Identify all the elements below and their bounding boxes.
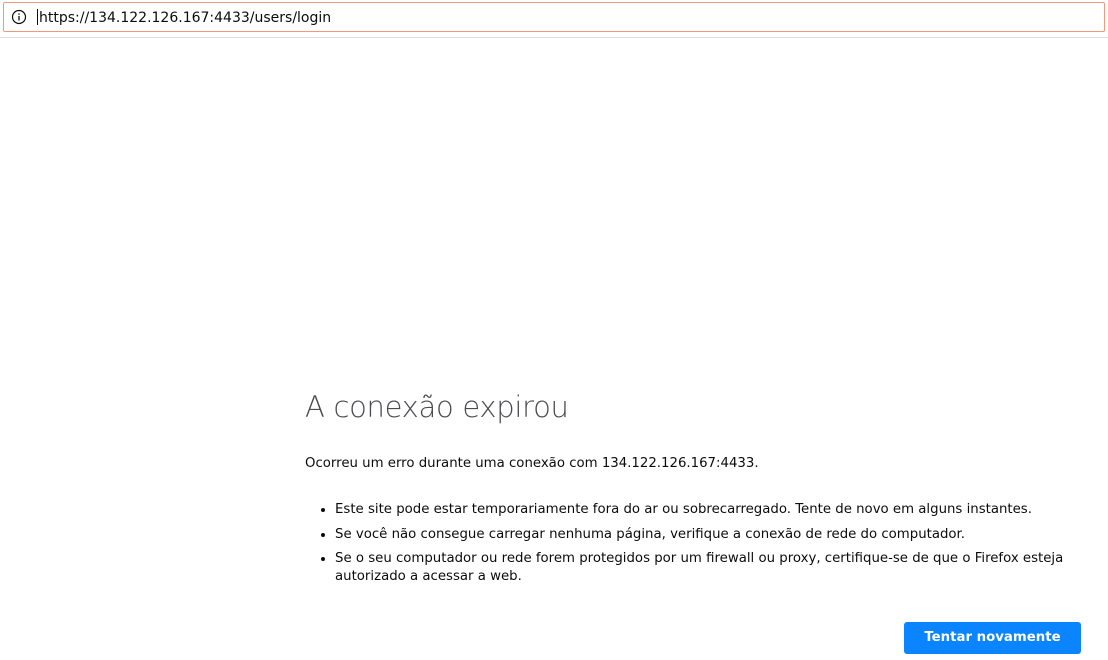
address-bar[interactable]: https://134.122.126.167:4433/users/login: [3, 2, 1105, 32]
suggestion-list: Este site pode estar temporariamente for…: [305, 501, 1085, 586]
suggestion-item: Este site pode estar temporariamente for…: [335, 501, 1085, 519]
retry-button[interactable]: Tentar novamente: [904, 622, 1081, 654]
text-cursor: [37, 9, 38, 25]
error-title: A conexão expirou: [305, 390, 569, 424]
info-icon[interactable]: [11, 9, 27, 25]
url-value: https://134.122.126.167:4433/users/login: [39, 10, 332, 26]
url-text[interactable]: https://134.122.126.167:4433/users/login: [37, 9, 331, 27]
error-description: Ocorreu um erro durante uma conexão com …: [305, 456, 759, 471]
browser-toolbar: https://134.122.126.167:4433/users/login: [0, 0, 1108, 38]
error-content: A conexão expirou Ocorreu um erro durant…: [305, 386, 1085, 593]
suggestion-item: Se o seu computador ou rede forem proteg…: [335, 550, 1085, 586]
suggestion-item: Se você não consegue carregar nenhuma pá…: [335, 526, 1085, 544]
